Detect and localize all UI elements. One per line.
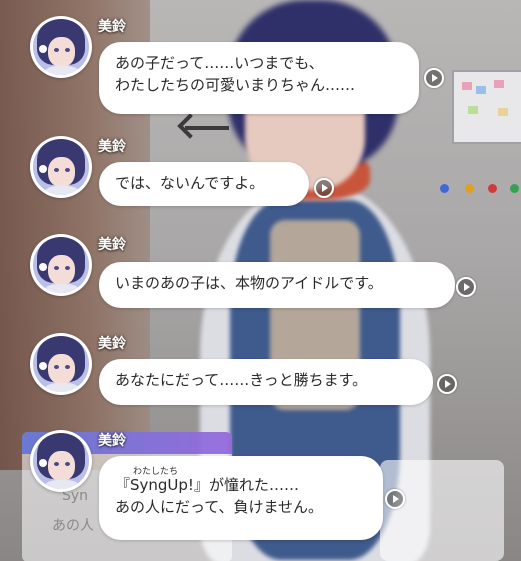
voice-play-icon[interactable]	[456, 277, 476, 297]
bulletin-board	[452, 70, 521, 144]
message-line: あの人にだって、負けません。	[115, 498, 324, 516]
speaker-name: 美鈴	[98, 19, 126, 35]
voice-play-icon[interactable]	[314, 178, 334, 198]
voice-play-icon[interactable]	[385, 489, 405, 509]
message-line: あの子だって……いつまでも、	[115, 54, 324, 72]
speaker-name: 美鈴	[98, 139, 126, 155]
voice-play-icon[interactable]	[437, 374, 457, 394]
message-line: では、ないんですよ。	[115, 174, 265, 192]
message-bubble: いまのあの子は、本物のアイドルです。	[99, 262, 455, 308]
voice-play-icon[interactable]	[424, 68, 444, 88]
speaker-avatar[interactable]	[30, 333, 92, 395]
message-bubble: あなたにだって……きっと勝ちます。	[99, 359, 433, 405]
background-text: あの人	[52, 518, 94, 534]
left-arrow-sign	[185, 126, 229, 130]
speaker-name: 美鈴	[98, 336, 126, 352]
message-line: いまのあの子は、本物のアイドルです。	[115, 274, 383, 292]
message-line: わたしたちの可愛いまりちゃん……	[115, 76, 356, 94]
ruby-text: わたしたち	[133, 467, 179, 477]
message-line: あなたにだって……きっと勝ちます。	[115, 371, 368, 389]
speaker-avatar[interactable]	[30, 234, 92, 296]
speaker-avatar[interactable]	[30, 136, 92, 198]
speaker-avatar[interactable]	[30, 430, 92, 492]
speaker-name: 美鈴	[98, 237, 126, 253]
message-bubble: あの子だって……いつまでも、 わたしたちの可愛いまりちゃん……	[99, 42, 419, 114]
message-bubble: では、ないんですよ。	[99, 162, 309, 206]
speaker-name: 美鈴	[98, 433, 126, 449]
message-bubble: わたしたち 『SyngUp!』が憧れた…… あの人にだって、負けません。	[99, 456, 383, 540]
speaker-avatar[interactable]	[30, 16, 92, 78]
